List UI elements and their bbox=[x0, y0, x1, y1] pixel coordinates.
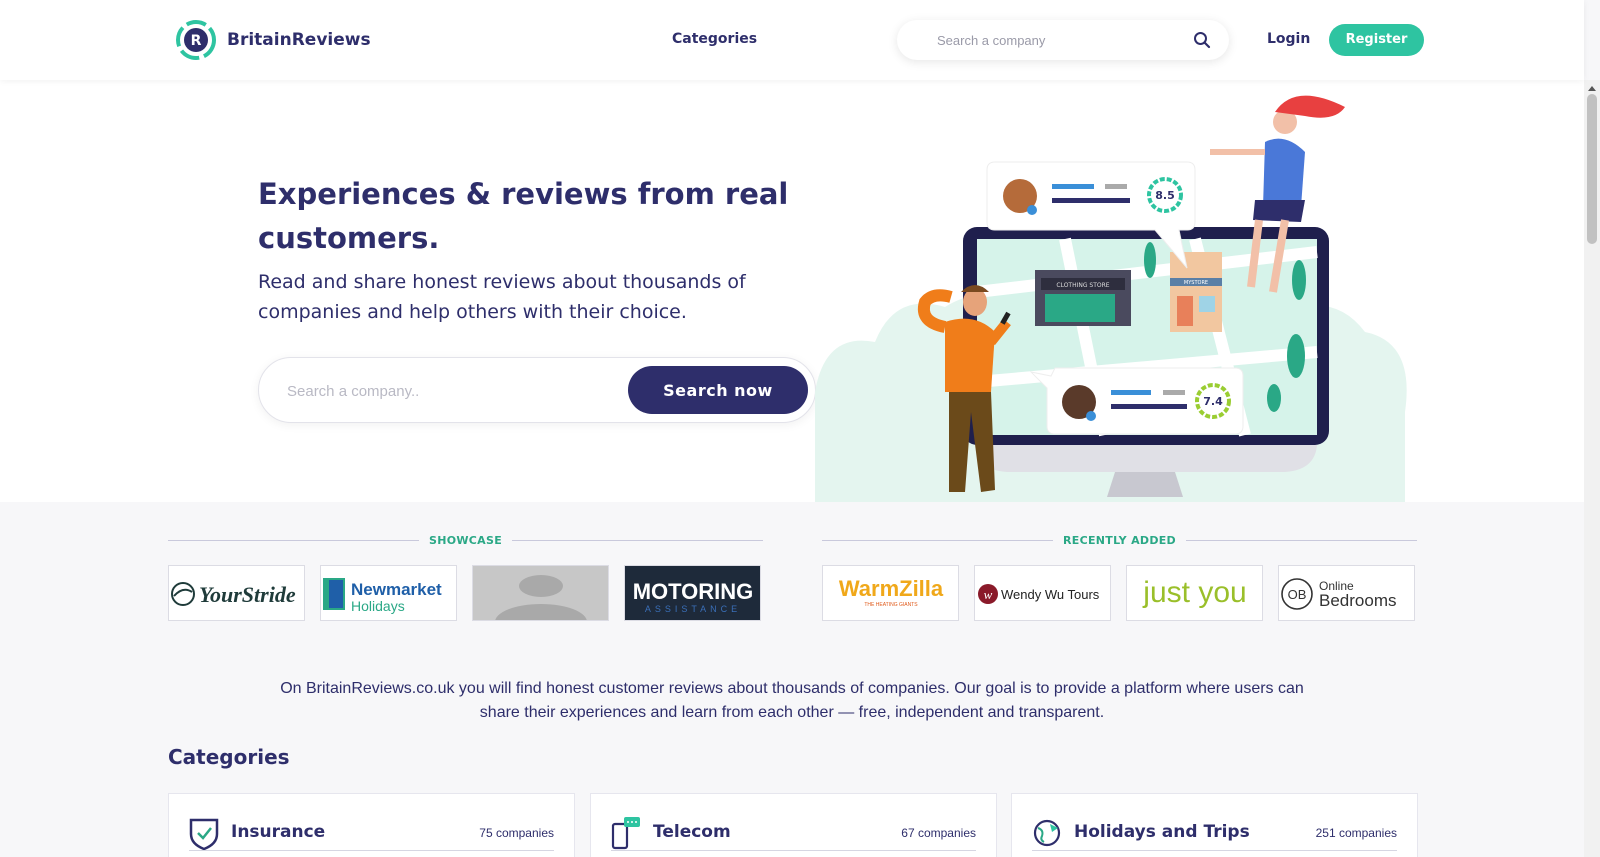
review-score-1: 8.5 bbox=[1155, 189, 1175, 202]
recent-logo-onlinebedrooms[interactable]: OB Online Bedrooms bbox=[1278, 565, 1415, 621]
showcase-logo-motoring[interactable]: MOTORING ASSISTANCE bbox=[624, 565, 761, 621]
divider bbox=[189, 850, 554, 851]
store-sign-mystore: MYSTORE bbox=[1184, 280, 1208, 286]
review-score-2: 7.4 bbox=[1203, 395, 1223, 408]
header-search-box bbox=[897, 20, 1229, 60]
header-search-input[interactable] bbox=[937, 30, 1177, 50]
category-card-insurance[interactable]: Insurance 75 companies bbox=[168, 793, 575, 857]
scroll-up-arrow-icon[interactable] bbox=[1588, 86, 1596, 91]
recent-logo-warmzilla[interactable]: WarmZilla THE HEATING GIANTS bbox=[822, 565, 959, 621]
svg-text:R: R bbox=[191, 33, 202, 49]
page-scrollbar[interactable] bbox=[1584, 80, 1600, 857]
hero-section: Experiences & reviews from real customer… bbox=[0, 80, 1584, 502]
recent-logo-wendywu[interactable]: w Wendy Wu Tours bbox=[974, 565, 1111, 621]
hero-search-input[interactable] bbox=[287, 380, 607, 402]
showcase-logo-yourstride[interactable]: YourStride bbox=[168, 565, 305, 621]
logo-r-icon: R bbox=[176, 20, 216, 60]
category-name: Telecom bbox=[653, 822, 731, 842]
shield-check-icon bbox=[189, 818, 219, 850]
categories-title: Categories bbox=[168, 745, 290, 769]
hero-illustration: CLOTHING STORE MYSTORE 8.5 7.4 bbox=[815, 95, 1407, 502]
divider bbox=[1032, 850, 1397, 851]
site-header: R BritainReviews Categories Login Regist… bbox=[0, 0, 1584, 80]
category-name: Holidays and Trips bbox=[1074, 822, 1250, 842]
intro-text: On BritainReviews.co.uk you will find ho… bbox=[280, 680, 1304, 721]
phone-message-icon bbox=[611, 817, 640, 850]
recent-logos: WarmZilla THE HEATING GIANTS w Wendy Wu … bbox=[822, 565, 1415, 621]
category-count: 75 companies bbox=[479, 826, 554, 840]
justyou-wordmark: just you bbox=[1142, 576, 1246, 609]
svg-text:w: w bbox=[984, 587, 993, 602]
divider bbox=[822, 539, 1053, 541]
warmzilla-tagline: THE HEATING GIANTS bbox=[864, 602, 918, 608]
holidays-wordmark: Holidays bbox=[351, 598, 405, 614]
bedrooms-wordmark: Bedrooms bbox=[1319, 591, 1396, 610]
login-link[interactable]: Login bbox=[1267, 31, 1310, 47]
store-sign-clothing: CLOTHING STORE bbox=[1056, 282, 1109, 289]
newmarket-wordmark: Newmarket bbox=[351, 580, 442, 599]
globe-plane-icon bbox=[1033, 819, 1061, 847]
category-count: 67 companies bbox=[901, 826, 976, 840]
divider bbox=[512, 539, 764, 541]
showcase-logos: YourStride Newmarket Holidays MOTORING A… bbox=[168, 565, 761, 621]
svg-text:OB: OB bbox=[1288, 587, 1307, 602]
showcase-label: SHOWCASE bbox=[428, 533, 503, 547]
scrollbar-thumb[interactable] bbox=[1587, 94, 1597, 244]
warmzilla-wordmark: WarmZilla bbox=[839, 576, 944, 601]
search-now-button[interactable]: Search now bbox=[628, 366, 808, 414]
hero-title: Experiences & reviews from real customer… bbox=[258, 177, 789, 255]
category-name: Insurance bbox=[231, 822, 326, 842]
showcase-heading: SHOWCASE bbox=[168, 533, 764, 547]
brand-logo[interactable]: R BritainReviews bbox=[175, 19, 371, 61]
wendywu-wordmark: Wendy Wu Tours bbox=[1001, 587, 1100, 602]
hero-subtitle: Read and share honest reviews about thou… bbox=[258, 271, 746, 323]
showcase-logo-newmarket[interactable]: Newmarket Holidays bbox=[320, 565, 457, 621]
category-card-telecom[interactable]: Telecom 67 companies bbox=[590, 793, 997, 857]
category-card-holidays[interactable]: Holidays and Trips 251 companies bbox=[1011, 793, 1418, 857]
divider bbox=[168, 539, 419, 541]
showcase-logo-placeholder[interactable] bbox=[472, 565, 609, 621]
register-button[interactable]: Register bbox=[1329, 24, 1424, 56]
assistance-wordmark: ASSISTANCE bbox=[645, 604, 741, 614]
hero-search-box: Search now bbox=[258, 357, 816, 423]
yourstride-wordmark: YourStride bbox=[199, 582, 296, 607]
brand-name: BritainReviews bbox=[227, 30, 371, 50]
category-count: 251 companies bbox=[1315, 826, 1397, 840]
motoring-wordmark: MOTORING bbox=[633, 579, 754, 604]
search-icon[interactable] bbox=[1193, 31, 1211, 49]
recent-logo-justyou[interactable]: just you bbox=[1126, 565, 1263, 621]
divider bbox=[611, 850, 976, 851]
recently-added-label: RECENTLY ADDED bbox=[1063, 533, 1176, 547]
divider bbox=[1186, 539, 1417, 541]
recently-added-heading: RECENTLY ADDED bbox=[822, 533, 1417, 547]
nav-categories-link[interactable]: Categories bbox=[672, 31, 757, 47]
